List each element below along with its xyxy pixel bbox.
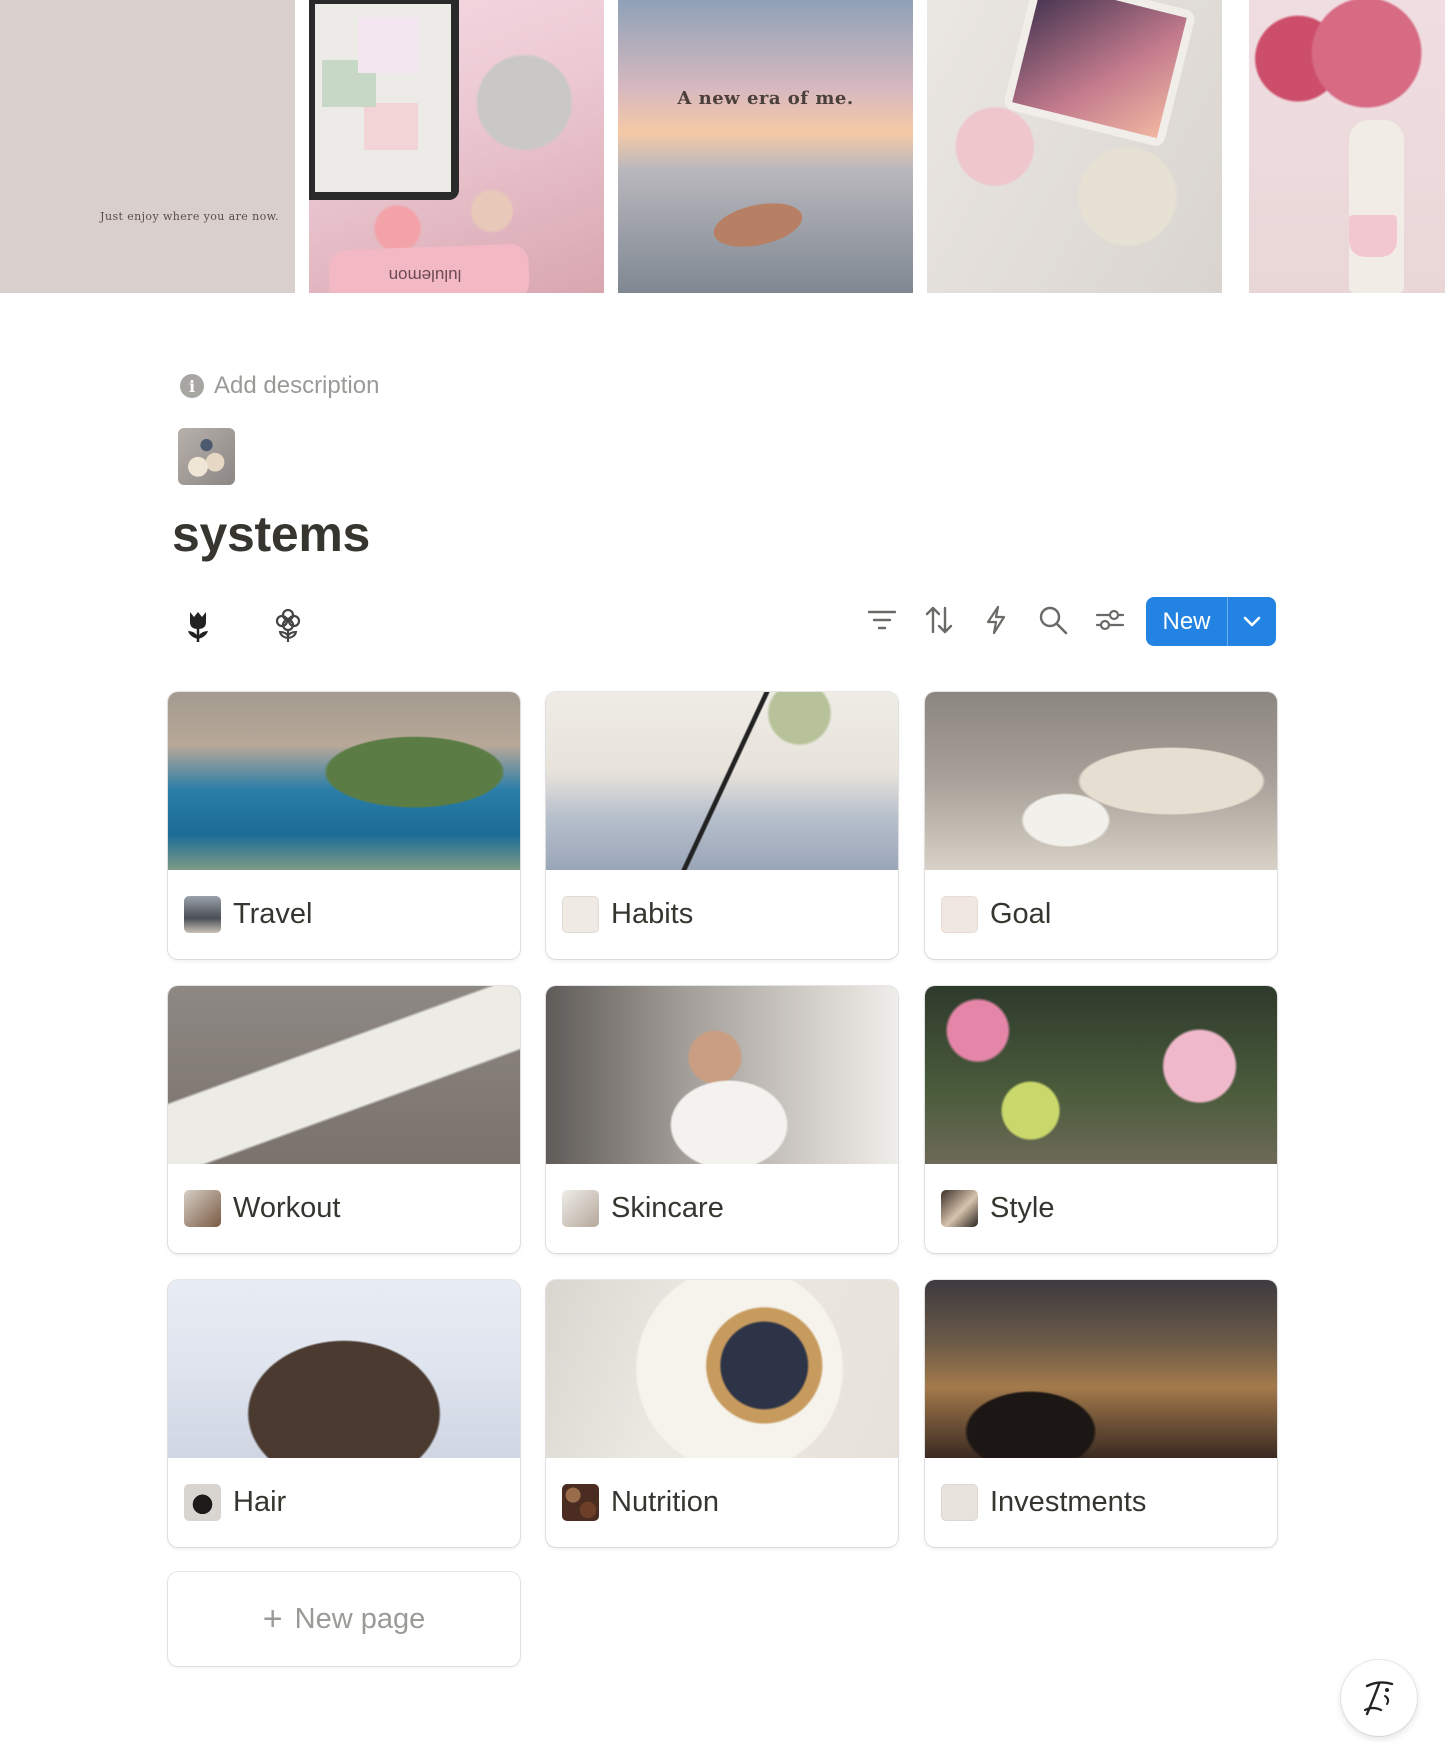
swimmer-shape [709,196,807,254]
gallery-card-workout[interactable]: Workout [168,986,520,1253]
search-icon[interactable] [1031,598,1075,642]
hair-photo-icon [184,1484,221,1521]
new-page-button[interactable]: + New page [168,1572,520,1666]
cup-shape [1349,215,1397,257]
card-cover-image [546,1280,898,1458]
food-photo-icon [562,1484,599,1521]
add-description-button[interactable]: i Add description [180,372,379,400]
page-icon[interactable] [178,428,235,485]
city-photo-icon [184,896,221,933]
gallery-card-investments[interactable]: Investments [925,1280,1277,1547]
tablet-shape [309,0,459,200]
notion-ai-face-icon[interactable] [1341,1660,1417,1736]
info-icon: i [180,374,204,398]
cover-image-sea: A new era of me. [618,0,913,293]
new-button[interactable]: New [1146,597,1276,646]
gallery-card-goal[interactable]: Goal [925,692,1277,959]
cover-brand-text: lululemon [388,266,462,285]
plus-icon: + [262,1599,283,1638]
fashion-photo-icon [941,1190,978,1227]
card-title: Investments [990,1486,1147,1518]
ipad-shape [1002,0,1197,148]
cover-quote-text: Just enjoy where you are now. [100,210,279,223]
gallery-card-nutrition[interactable]: Nutrition [546,1280,898,1547]
card-title: Hair [233,1486,287,1518]
flower-outline-icon[interactable] [268,606,308,646]
beige-photo-icon [941,1484,978,1521]
card-cover-image [925,692,1277,870]
card-cover-image [546,986,898,1164]
gallery-card-skincare[interactable]: Skincare [546,986,898,1253]
view-tabs [178,606,308,646]
card-title: Skincare [611,1192,724,1224]
new-page-label: New page [294,1602,426,1635]
filter-icon[interactable] [860,598,904,642]
gallery-card-hair[interactable]: Hair [168,1280,520,1547]
cover-image-tablet: lululemon [309,0,604,293]
blank-card-icon [941,896,978,933]
gallery-card-travel[interactable]: Travel [168,692,520,959]
cover-image-quote: Just enjoy where you are now. [0,0,295,293]
card-cover-image [546,692,898,870]
card-cover-image [925,1280,1277,1458]
card-title: Travel [233,898,313,930]
small-steps-card-icon [562,896,599,933]
cover-image-breakfast [927,0,1222,293]
chevron-down-icon[interactable] [1228,597,1276,646]
page: Just enjoy where you are now. lululemon … [0,0,1445,1742]
skincare-photo-icon [562,1190,599,1227]
card-cover-image [168,692,520,870]
card-cover-image [168,986,520,1164]
card-title: Goal [990,898,1052,930]
gallery-card-habits[interactable]: Habits [546,692,898,959]
automation-bolt-icon[interactable] [974,598,1018,642]
fitness-photo-icon [184,1190,221,1227]
cover-sea-text: A new era of me. [677,88,854,109]
add-description-label: Add description [214,372,380,399]
cover-banner[interactable]: Just enjoy where you are now. lululemon … [0,0,1445,293]
card-title: Nutrition [611,1486,719,1518]
database-tools [860,598,1132,642]
card-title: Habits [611,898,694,930]
card-title: Style [990,1192,1055,1224]
settings-sliders-icon[interactable] [1088,598,1132,642]
card-cover-image [168,1280,520,1458]
page-title[interactable]: systems [172,505,370,563]
gallery-card-style[interactable]: Style [925,986,1277,1253]
vase-shape [1349,120,1404,293]
sort-icon[interactable] [917,598,961,642]
new-button-label[interactable]: New [1146,597,1228,646]
cover-image-flowers [1249,0,1445,293]
card-title: Workout [233,1192,341,1224]
tulip-icon[interactable] [178,606,218,646]
card-cover-image [925,986,1277,1164]
